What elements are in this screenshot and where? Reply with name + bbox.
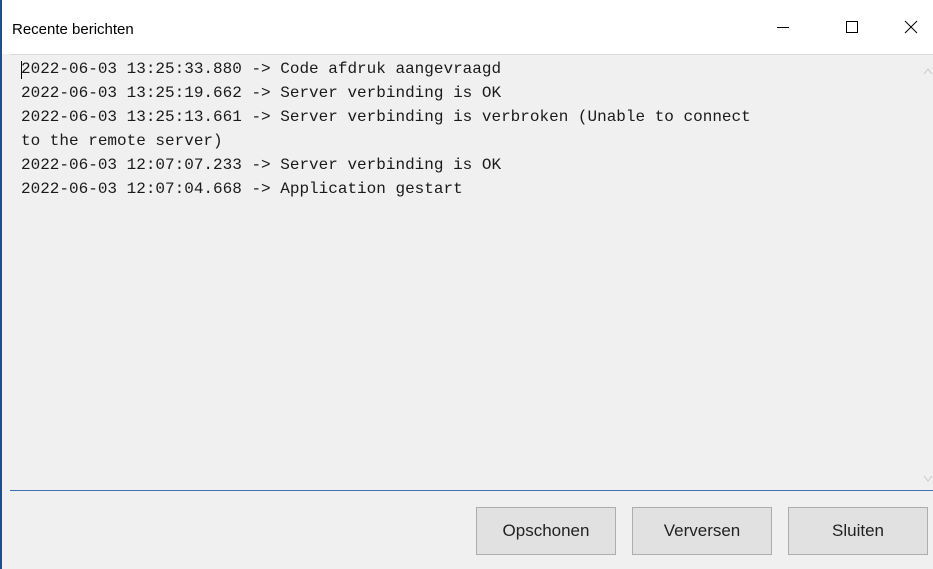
maximize-icon — [846, 21, 858, 33]
recent-messages-window: Recente berichten 2022-06-03 13:25:33.88… — [0, 0, 933, 569]
opschonen-button[interactable]: Opschonen — [476, 507, 616, 555]
log-line: to the remote server) — [21, 132, 223, 150]
maximize-button[interactable] — [829, 0, 875, 54]
sluiten-button[interactable]: Sluiten — [788, 507, 928, 555]
minimize-button[interactable] — [760, 0, 806, 54]
scroll-up-arrow-icon[interactable] — [923, 67, 933, 75]
log-line: 2022-06-03 13:25:13.661 -> Server verbin… — [21, 108, 751, 126]
log-line: 2022-06-03 12:07:04.668 -> Application g… — [21, 180, 463, 198]
log-line: 2022-06-03 12:07:07.233 -> Server verbin… — [21, 156, 502, 174]
minimize-icon — [777, 27, 789, 28]
log-line: 2022-06-03 13:25:19.662 -> Server verbin… — [21, 84, 502, 102]
window-title: Recente berichten — [12, 21, 134, 38]
close-icon — [904, 20, 918, 34]
log-line: 2022-06-03 13:25:33.880 -> Code afdruk a… — [21, 60, 502, 78]
verversen-button[interactable]: Verversen — [632, 507, 772, 555]
title-bar[interactable]: Recente berichten — [2, 0, 933, 54]
scroll-down-arrow-icon[interactable] — [923, 475, 933, 483]
close-button[interactable] — [888, 0, 933, 54]
messages-textarea[interactable]: 2022-06-03 13:25:33.880 -> Code afdruk a… — [10, 54, 933, 491]
